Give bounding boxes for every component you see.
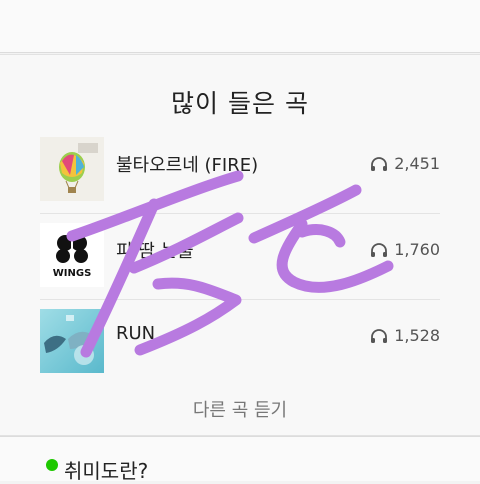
play-count-value: 1,760 bbox=[394, 240, 440, 259]
song-title: RUN bbox=[116, 323, 156, 344]
headphones-icon bbox=[371, 156, 388, 171]
wings-icon: WINGS bbox=[40, 223, 104, 287]
next-card: 취미도란? bbox=[0, 436, 480, 483]
play-count: 1,760 bbox=[370, 240, 440, 259]
hyyh-pt2-icon bbox=[40, 309, 104, 373]
headphones-icon bbox=[371, 328, 388, 343]
play-count-value: 1,528 bbox=[394, 326, 440, 345]
play-count: 2,451 bbox=[370, 154, 440, 173]
young-forever-icon bbox=[40, 137, 104, 201]
song-row[interactable]: RUN 1,528 bbox=[40, 299, 440, 385]
play-count-value: 2,451 bbox=[394, 154, 440, 173]
green-dot-icon bbox=[46, 459, 58, 471]
song-title: 불타오르네 (FIRE) bbox=[116, 155, 259, 176]
play-count: 1,528 bbox=[370, 326, 440, 345]
more-songs-link[interactable]: 다른 곡 듣기 bbox=[0, 396, 480, 422]
section-title: 많이 들은 곡 bbox=[171, 89, 309, 118]
song-row[interactable]: WINGS 피 땀 눈물 1,760 bbox=[40, 213, 440, 300]
song-title: 피 땀 눈물 bbox=[116, 241, 194, 262]
headphones-icon bbox=[371, 242, 388, 257]
wings-text: WINGS bbox=[53, 268, 92, 279]
previous-card bbox=[0, 0, 480, 53]
song-row[interactable]: 불타오르네 (FIRE) 2,451 bbox=[40, 127, 440, 214]
